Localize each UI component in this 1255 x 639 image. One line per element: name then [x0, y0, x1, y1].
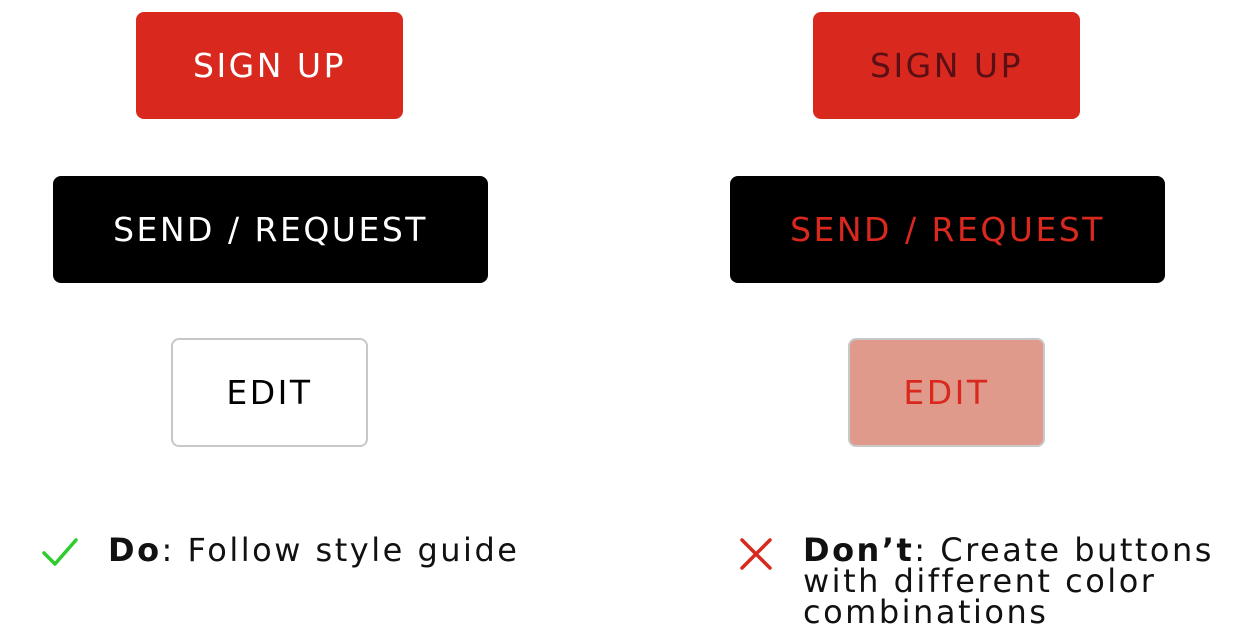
- dont-signup-label: SIGN UP: [870, 46, 1023, 85]
- do-signup-button[interactable]: SIGN UP: [136, 12, 403, 119]
- do-signup-label: SIGN UP: [193, 46, 346, 85]
- dont-caption: Don’t: Create buttons with different col…: [803, 534, 1243, 628]
- dont-signup-button[interactable]: SIGN UP: [813, 12, 1080, 119]
- dont-send-request-label: SEND / REQUEST: [790, 210, 1105, 249]
- dont-edit-button[interactable]: EDIT: [848, 338, 1045, 447]
- do-caption: Do: Follow style guide: [108, 534, 519, 566]
- dont-send-request-button[interactable]: SEND / REQUEST: [730, 176, 1165, 283]
- do-edit-button[interactable]: EDIT: [171, 338, 368, 447]
- do-send-request-button[interactable]: SEND / REQUEST: [53, 176, 488, 283]
- dont-edit-label: EDIT: [903, 373, 990, 412]
- x-icon: [740, 538, 772, 570]
- do-caption-text: : Follow style guide: [161, 531, 520, 569]
- checkmark-icon: [42, 538, 78, 566]
- do-send-request-label: SEND / REQUEST: [113, 210, 428, 249]
- do-caption-bold: Do: [108, 531, 162, 569]
- do-edit-label: EDIT: [226, 373, 313, 412]
